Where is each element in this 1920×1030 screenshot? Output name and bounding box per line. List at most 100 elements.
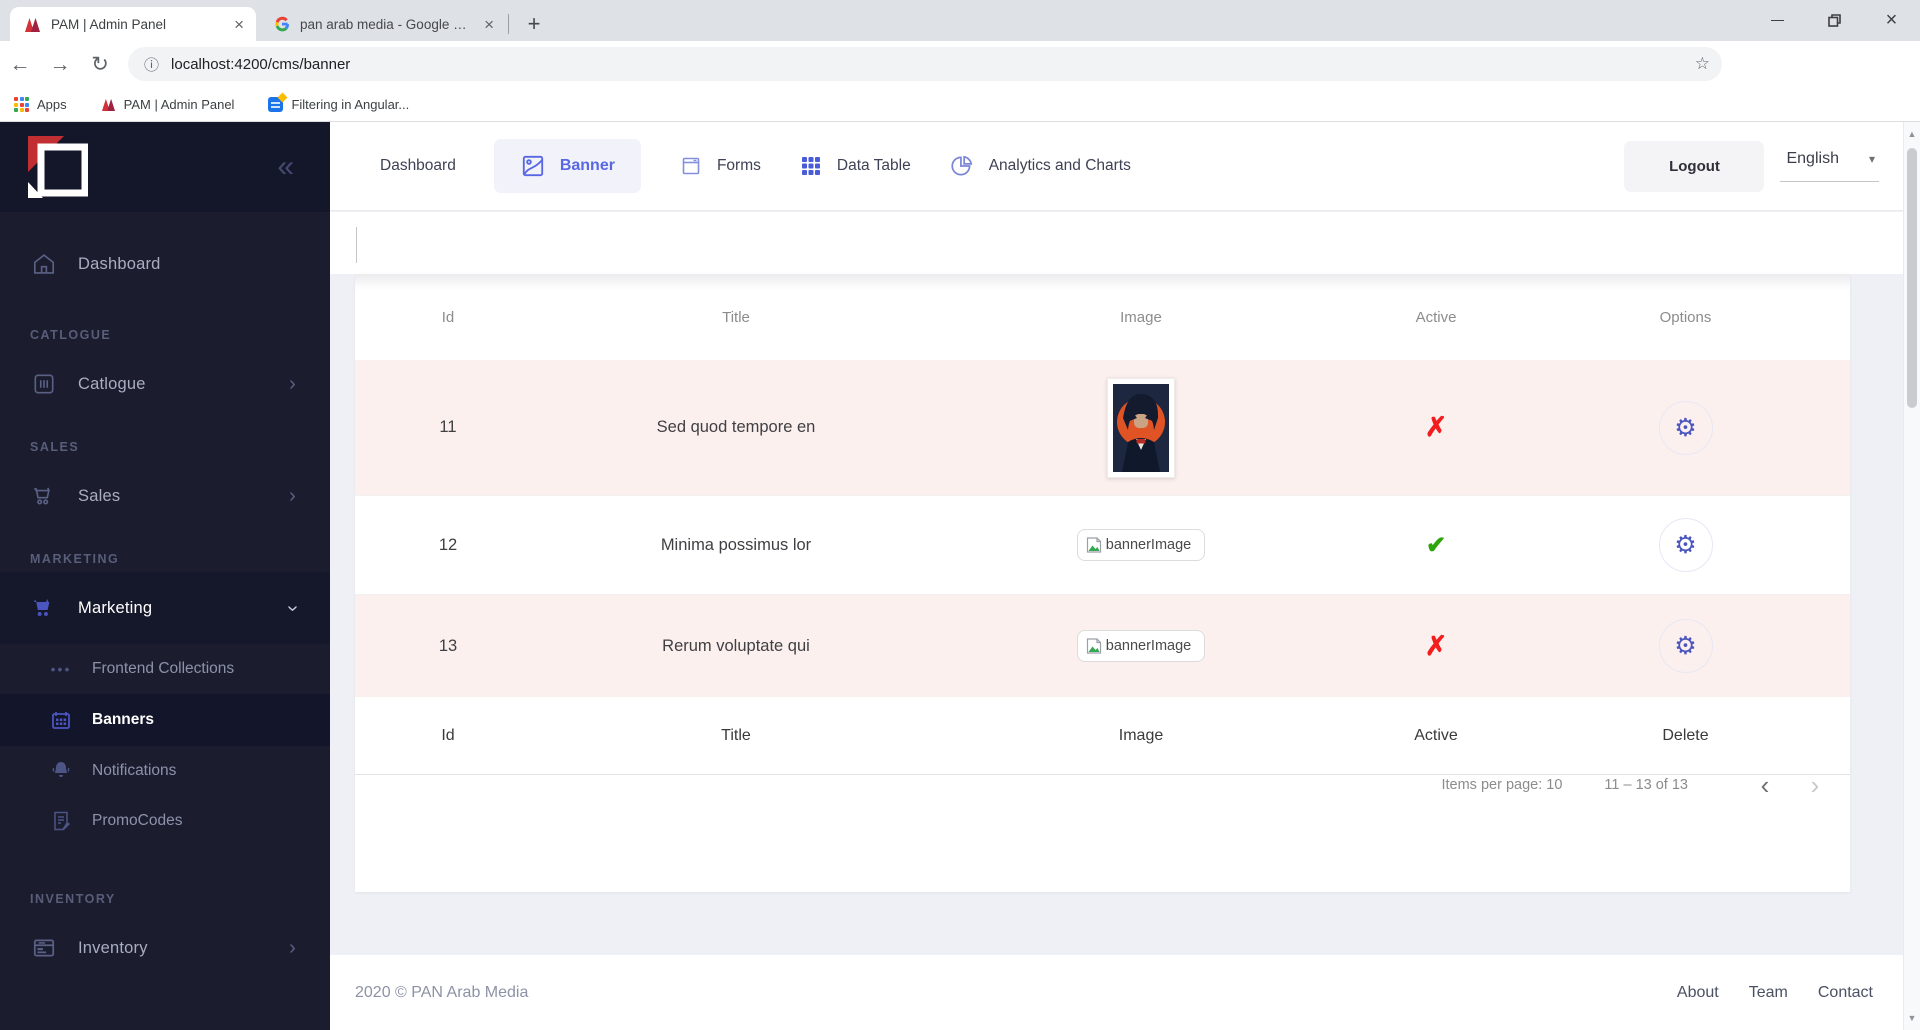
bookmark-star-icon[interactable]: ☆ bbox=[1695, 54, 1710, 74]
app-logo[interactable] bbox=[28, 136, 88, 198]
cell-id: 11 bbox=[355, 418, 541, 437]
tab-close-icon[interactable]: × bbox=[234, 16, 244, 33]
chevron-down-icon: › bbox=[281, 605, 304, 612]
options-gear-button[interactable]: ⚙ bbox=[1659, 619, 1713, 673]
page-size-value[interactable]: 10 bbox=[1546, 777, 1562, 793]
sidebar-collapse-icon[interactable]: « bbox=[277, 152, 294, 182]
sidebar-item-inventory[interactable]: Inventory › bbox=[0, 906, 330, 990]
browser-tab-strip: PAM | Admin Panel × pan arab media - Goo… bbox=[0, 0, 1920, 41]
sidebar-header: « bbox=[0, 122, 330, 212]
footer-link-about[interactable]: About bbox=[1677, 984, 1719, 1002]
previous-page-button[interactable]: ‹ bbox=[1740, 770, 1790, 801]
chevron-right-icon: › bbox=[289, 937, 296, 960]
address-bar[interactable]: ⓘ localhost:4200/cms/banner ☆ bbox=[128, 47, 1722, 81]
new-tab-button[interactable]: + bbox=[518, 8, 550, 40]
sidebar-section-inventory: INVENTORY bbox=[0, 892, 330, 906]
table-row: 12 Minima possimus lor bannerImage ✔ ⚙ bbox=[355, 495, 1850, 595]
nav-label: Analytics and Charts bbox=[989, 157, 1131, 175]
minimize-button[interactable] bbox=[1749, 0, 1806, 41]
nav-analytics[interactable]: Analytics and Charts bbox=[949, 153, 1131, 179]
bookmark-apps[interactable]: Apps bbox=[14, 97, 67, 112]
sidebar-item-sales[interactable]: Sales › bbox=[0, 454, 330, 538]
sidebar-item-promocodes[interactable]: PromoCodes bbox=[0, 796, 330, 846]
bookmarks-bar: Apps PAM | Admin Panel Filtering in Angu… bbox=[0, 88, 1920, 122]
main-area: Dashboard Banner Forms bbox=[330, 122, 1903, 1030]
tab-divider bbox=[508, 14, 509, 34]
inactive-cross-icon: ✗ bbox=[1425, 631, 1448, 662]
sidebar-section-catlogue: CATLOGUE bbox=[0, 328, 330, 342]
footer-link-contact[interactable]: Contact bbox=[1818, 984, 1873, 1002]
url-text[interactable]: localhost:4200/cms/banner bbox=[171, 56, 1695, 73]
close-window-button[interactable]: × bbox=[1863, 0, 1920, 41]
sidebar-section-marketing: MARKETING bbox=[0, 552, 330, 566]
minimize-icon bbox=[1771, 20, 1784, 22]
sidebar-item-notifications[interactable]: Notifications bbox=[0, 746, 330, 796]
grid-icon bbox=[799, 154, 823, 178]
nav-dashboard[interactable]: Dashboard bbox=[380, 157, 456, 175]
sidebar-item-banners[interactable]: Banners bbox=[0, 694, 330, 746]
broken-image-icon bbox=[1085, 637, 1103, 655]
back-button[interactable]: ← bbox=[0, 53, 40, 77]
form-icon bbox=[679, 154, 703, 178]
sidebar-item-label: Banners bbox=[92, 711, 154, 729]
cell-id: 13 bbox=[355, 637, 541, 656]
scroll-down-icon[interactable]: ▼ bbox=[1904, 1013, 1920, 1023]
scroll-up-icon[interactable]: ▲ bbox=[1904, 129, 1920, 139]
nav-data-table[interactable]: Data Table bbox=[799, 154, 911, 178]
footer-link-team[interactable]: Team bbox=[1749, 984, 1788, 1002]
gear-icon: ⚙ bbox=[1674, 530, 1696, 560]
chevron-right-icon: › bbox=[289, 485, 296, 508]
sidebar-item-catlogue[interactable]: Catlogue › bbox=[0, 342, 330, 426]
bell-icon bbox=[48, 759, 74, 783]
gear-icon: ⚙ bbox=[1674, 631, 1696, 661]
nav-forms[interactable]: Forms bbox=[679, 154, 761, 178]
browser-toolbar: ← → ↻ ⓘ localhost:4200/cms/banner ☆ FI ⋮ bbox=[0, 41, 1920, 88]
pie-chart-icon bbox=[949, 153, 975, 179]
page-footer: 2020 © PAN Arab Media About Team Contact bbox=[330, 955, 1903, 1030]
page-scrollbar[interactable]: ▲ ▼ bbox=[1903, 122, 1920, 1030]
options-gear-button[interactable]: ⚙ bbox=[1659, 518, 1713, 572]
cart-filled-icon bbox=[30, 595, 58, 621]
sidebar-item-frontend-collections[interactable]: ••• Frontend Collections bbox=[0, 644, 330, 694]
site-info-icon[interactable]: ⓘ bbox=[144, 54, 159, 75]
broken-image-placeholder: bannerImage bbox=[1077, 529, 1205, 561]
screen: PAM | Admin Panel × pan arab media - Goo… bbox=[0, 0, 1920, 1030]
restore-button[interactable] bbox=[1806, 0, 1863, 41]
cell-title: Rerum voluptate qui bbox=[541, 637, 931, 656]
nav-banner-active[interactable]: Banner bbox=[494, 139, 641, 193]
browser-tab-inactive[interactable]: pan arab media - Google Search × bbox=[260, 7, 506, 41]
language-select[interactable]: English ▾ bbox=[1780, 150, 1879, 182]
bookmark-filtering[interactable]: Filtering in Angular... bbox=[268, 97, 409, 112]
top-navbar: Dashboard Banner Forms bbox=[330, 122, 1903, 211]
sidebar-item-dashboard[interactable]: Dashboard bbox=[0, 222, 330, 306]
sidebar-item-marketing[interactable]: Marketing › bbox=[0, 572, 330, 644]
nav-label: Banner bbox=[560, 157, 615, 175]
bookmark-label: Apps bbox=[37, 97, 67, 112]
broken-image-alt-text: bannerImage bbox=[1106, 638, 1191, 654]
next-page-button[interactable]: › bbox=[1790, 770, 1840, 801]
chevron-right-icon: › bbox=[289, 373, 296, 396]
footer-header-id: Id bbox=[355, 727, 541, 745]
cell-title: Sed quod tempore en bbox=[541, 418, 931, 437]
filtering-icon bbox=[268, 97, 283, 112]
cell-id: 12 bbox=[355, 536, 541, 555]
sidebar-item-label: Sales bbox=[78, 487, 120, 506]
copyright-text: 2020 © PAN Arab Media bbox=[355, 984, 528, 1002]
options-gear-button[interactable]: ⚙ bbox=[1659, 401, 1713, 455]
image-icon bbox=[520, 153, 546, 179]
reload-button[interactable]: ↻ bbox=[80, 52, 120, 77]
broken-image-alt-text: bannerImage bbox=[1106, 537, 1191, 553]
dots-icon: ••• bbox=[48, 661, 74, 677]
logout-button[interactable]: Logout bbox=[1624, 141, 1764, 192]
sidebar-item-label: Dashboard bbox=[78, 255, 161, 274]
forward-button[interactable]: → bbox=[40, 53, 80, 77]
cart-icon bbox=[30, 483, 58, 509]
sidebar: « Dashboard CATLOGUE Catlogue › bbox=[0, 122, 330, 1030]
scrollbar-thumb[interactable] bbox=[1907, 148, 1917, 408]
calendar-icon bbox=[48, 708, 74, 732]
promo-note-icon bbox=[48, 809, 74, 833]
browser-tab-active[interactable]: PAM | Admin Panel × bbox=[10, 7, 256, 41]
bookmark-pam-admin[interactable]: PAM | Admin Panel bbox=[101, 97, 235, 112]
tab-close-icon[interactable]: × bbox=[484, 16, 494, 33]
table-row: 11 Sed quod tempore en bbox=[355, 360, 1850, 495]
